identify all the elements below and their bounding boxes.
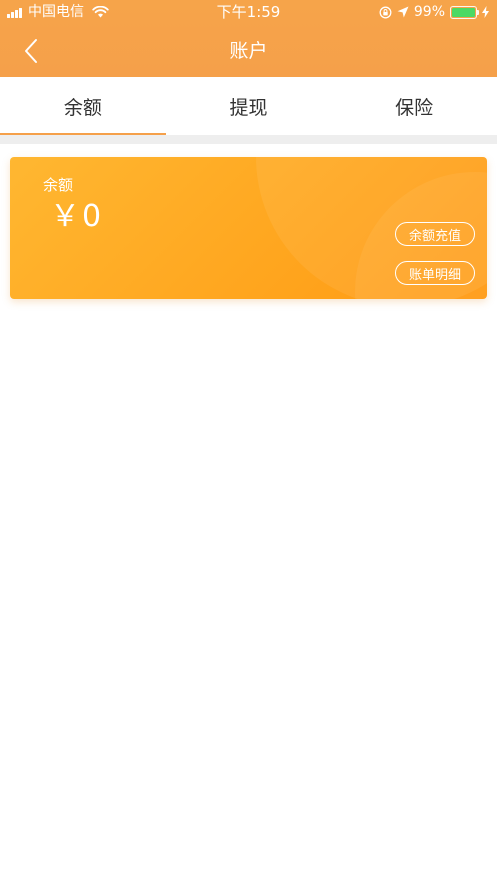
balance-amount: ￥0 (50, 199, 104, 234)
location-arrow-icon (397, 6, 409, 18)
section-divider (0, 135, 497, 144)
status-right: 99% (379, 4, 489, 20)
tab-balance[interactable]: 余额 (0, 77, 166, 135)
balance-label: 余额 (43, 176, 74, 194)
header: 中国电信 下午1:59 99% 账户 (0, 0, 497, 77)
orientation-lock-icon (379, 6, 392, 18)
tab-insurance[interactable]: 保险 (331, 77, 497, 135)
page-title: 账户 (229, 40, 268, 62)
status-bar: 中国电信 下午1:59 99% (0, 0, 497, 26)
tab-withdraw[interactable]: 提现 (166, 77, 332, 135)
battery-icon (450, 5, 479, 19)
charging-bolt-icon (482, 6, 489, 18)
battery-percent: 99% (413, 4, 445, 20)
bill-details-button[interactable]: 账单明细 (395, 261, 475, 285)
recharge-button[interactable]: 余额充值 (395, 222, 475, 246)
nav-bar: 账户 (0, 26, 497, 77)
battery-fill (452, 7, 475, 17)
balance-card: 余额 ￥0 余额充值 账单明细 (10, 157, 487, 299)
tab-bar: 余额 提现 保险 (0, 77, 497, 135)
